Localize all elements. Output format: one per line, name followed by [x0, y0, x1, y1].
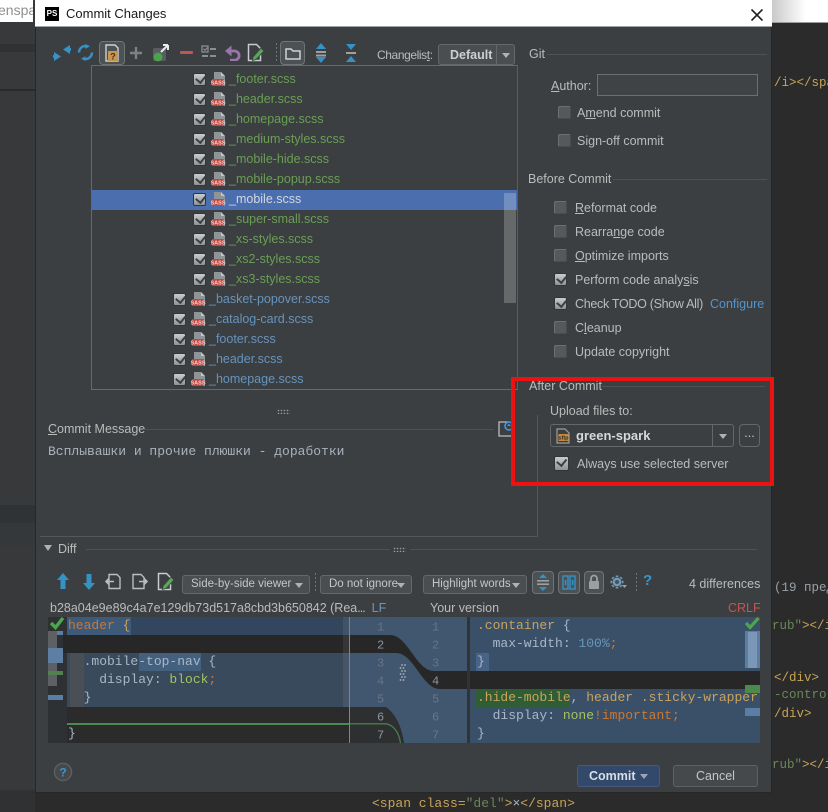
svg-text:SASS: SASS [211, 241, 226, 247]
svg-text:SASS: SASS [211, 121, 226, 127]
svg-text:SASS: SASS [211, 101, 226, 107]
svg-text:6: 6 [377, 711, 384, 725]
svg-text:SASS: SASS [191, 341, 206, 347]
svg-text:SASS: SASS [191, 381, 206, 387]
svg-text:?: ? [110, 52, 116, 62]
svg-text:SASS: SASS [191, 301, 206, 307]
svg-text:7: 7 [377, 729, 384, 743]
svg-text:4: 4 [377, 675, 384, 689]
svg-text:6: 6 [432, 711, 439, 725]
svg-text:SASS: SASS [211, 201, 226, 207]
svg-text:SASS: SASS [211, 181, 226, 187]
svg-text:7: 7 [432, 729, 439, 743]
svg-text:SASS: SASS [211, 81, 226, 87]
svg-text:5: 5 [432, 693, 439, 707]
svg-text:3: 3 [377, 657, 384, 671]
svg-text:SASS: SASS [211, 161, 226, 167]
svg-text:5: 5 [377, 693, 384, 707]
svg-text:?: ? [59, 766, 66, 780]
svg-text:SASS: SASS [211, 261, 226, 267]
svg-text:3: 3 [432, 657, 439, 671]
svg-text:1: 1 [432, 621, 439, 635]
svg-text:SASS: SASS [191, 321, 206, 327]
svg-text:4: 4 [432, 675, 439, 689]
svg-text:2: 2 [377, 639, 384, 653]
svg-text:SASS: SASS [191, 361, 206, 367]
svg-text:SASS: SASS [211, 281, 226, 287]
svg-text:SASS: SASS [211, 141, 226, 147]
svg-text:2: 2 [432, 639, 439, 653]
svg-text:1: 1 [377, 621, 384, 635]
svg-text:SASS: SASS [211, 221, 226, 227]
